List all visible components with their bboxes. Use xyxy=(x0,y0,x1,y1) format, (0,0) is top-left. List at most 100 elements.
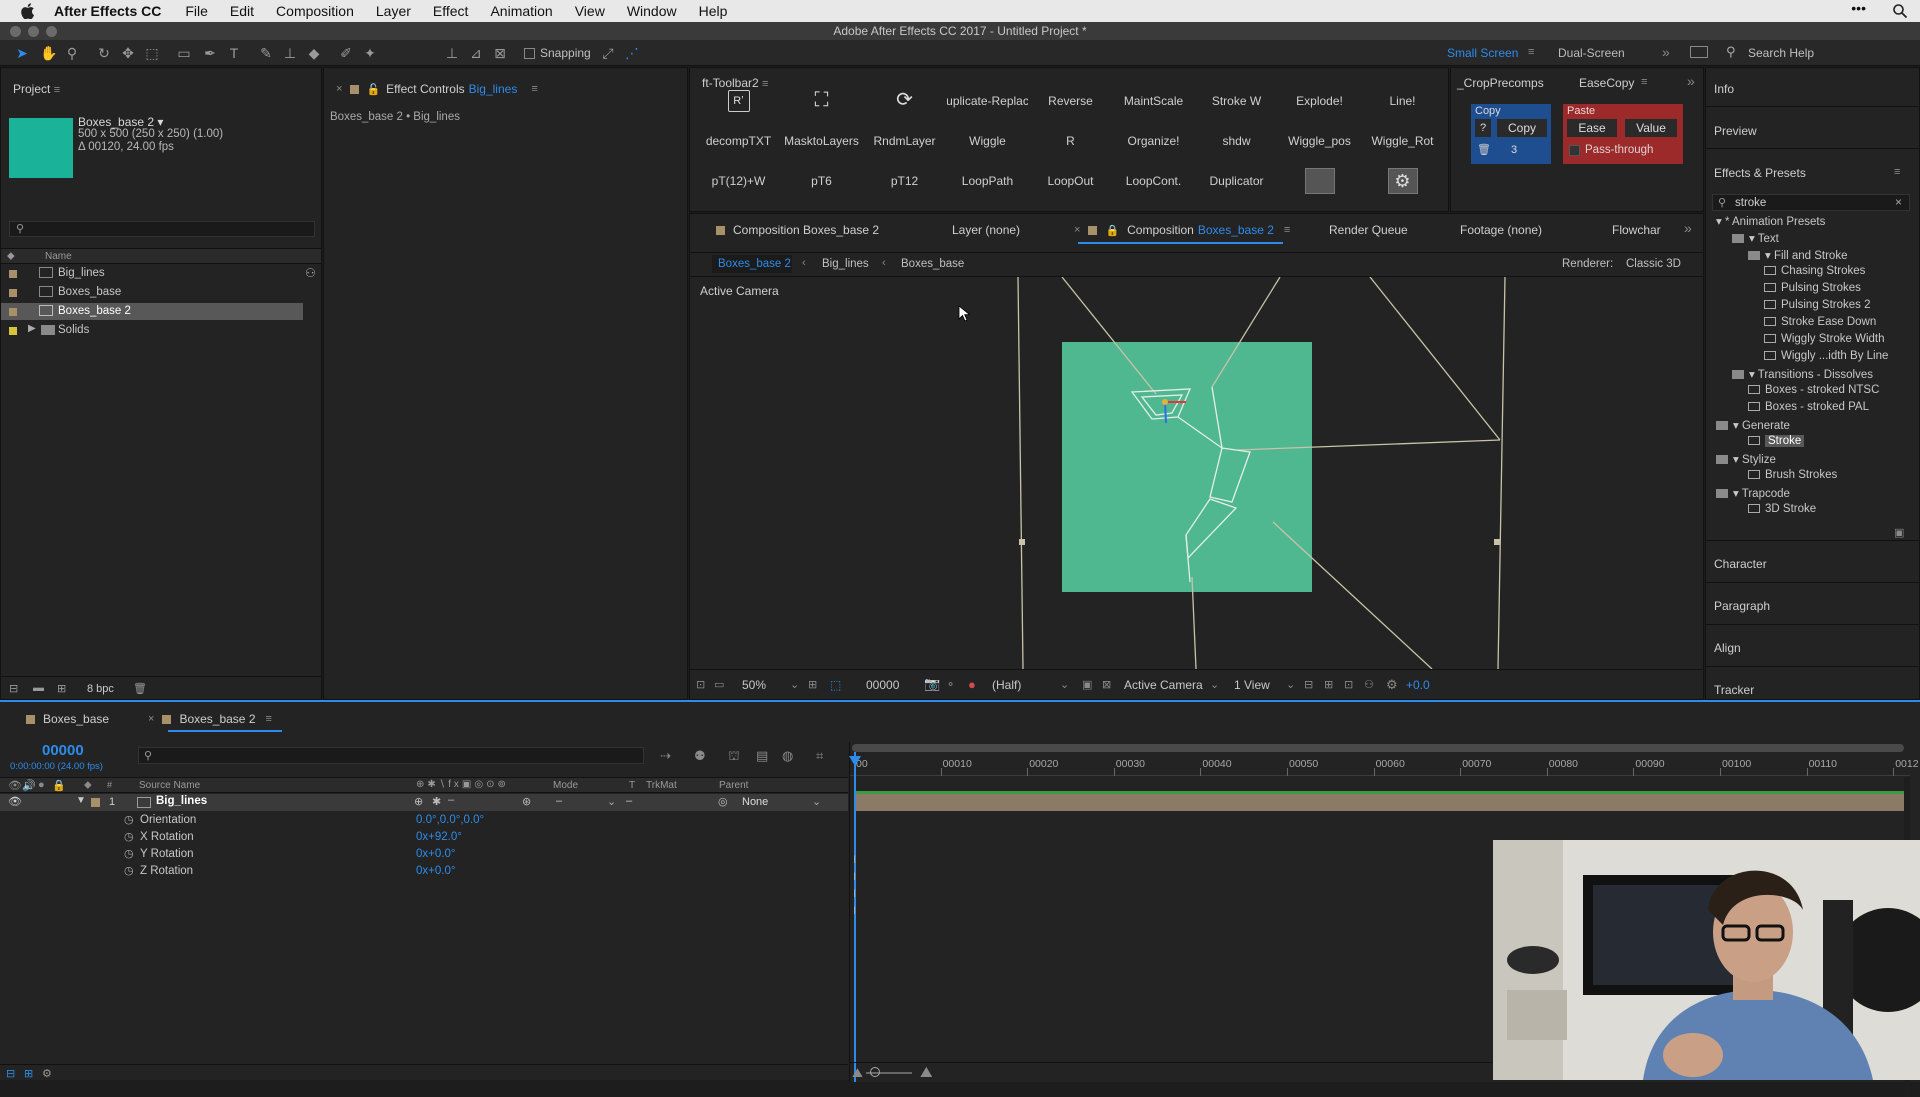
property-row[interactable]: ◷ Orientation 0.0°,0.0°,0.0° xyxy=(0,812,848,829)
rotate-tool-icon[interactable]: ↻ xyxy=(96,45,112,61)
effects-tree-item[interactable]: ▾ Trapcode xyxy=(1716,486,1790,500)
breadcrumb-boxes-base-2[interactable]: Boxes_base 2 xyxy=(718,258,791,270)
ft-toolbar-button[interactable]: Stroke W xyxy=(1196,85,1277,117)
menu-effect[interactable]: Effect xyxy=(433,3,469,19)
ft-toolbar-button[interactable]: Organize! xyxy=(1113,125,1194,157)
panel-overflow-icon[interactable]: » xyxy=(1687,73,1695,89)
reset-exposure-icon[interactable]: ⚙ xyxy=(1386,677,1398,693)
ft-toolbar-button[interactable]: LoopOut xyxy=(1030,165,1111,197)
minimize-window-button[interactable] xyxy=(28,26,39,37)
ft-toolbar-button[interactable]: LoopPath xyxy=(947,165,1028,197)
tab-crop-precomps[interactable]: _CropPrecomps xyxy=(1457,76,1544,90)
mask-visibility-icon[interactable]: ⬚ xyxy=(830,678,841,692)
project-item-big-lines[interactable]: Big_lines ⚇ xyxy=(1,265,321,282)
zoom-slider-thumb[interactable] xyxy=(870,1067,880,1077)
pen-tool-icon[interactable]: ✒ xyxy=(202,45,218,61)
menu-help[interactable]: Help xyxy=(699,3,728,19)
pickwhip-icon[interactable]: ◎ xyxy=(718,795,728,808)
snapping-checkbox[interactable] xyxy=(524,47,535,59)
ft-toolbar-button[interactable]: R xyxy=(1030,125,1111,157)
modes-toggle-icon[interactable]: ⊞ xyxy=(24,1067,33,1080)
ft-toolbar-button[interactable]: pT(12)+W xyxy=(698,165,779,197)
tracker-panel-header[interactable]: Tracker xyxy=(1714,683,1754,697)
tab-composition-boxes-base-2-left[interactable]: Composition Boxes_base 2 xyxy=(716,223,879,237)
workspace-small-screen[interactable]: Small Screen xyxy=(1447,46,1518,60)
copy-help-button[interactable]: ? xyxy=(1475,119,1491,137)
copy-button[interactable]: Copy xyxy=(1497,119,1547,137)
interpret-footage-icon[interactable]: ⊟ xyxy=(9,682,18,695)
screen-icon[interactable] xyxy=(1690,46,1708,58)
search-help-field[interactable]: Search Help xyxy=(1748,46,1814,60)
type-tool-icon[interactable]: T xyxy=(226,45,242,61)
stopwatch-icon[interactable]: ◷ xyxy=(124,813,134,826)
timeline-icon[interactable]: ⊡ xyxy=(1344,678,1353,691)
ft-toolbar-button[interactable]: Reverse xyxy=(1030,85,1111,117)
more-icon[interactable]: ••• xyxy=(1851,0,1866,16)
ft-toolbar-button[interactable] xyxy=(1279,165,1360,197)
effect-controls-tab[interactable]: × 🔓 Effect Controls Big_lines ≡ xyxy=(336,82,538,96)
effects-tree-item[interactable]: 3D Stroke xyxy=(1748,503,1816,515)
column-t[interactable]: T xyxy=(629,780,635,791)
menu-layer[interactable]: Layer xyxy=(376,3,411,19)
clear-search-icon[interactable]: × xyxy=(1895,195,1902,209)
camera-view-dropdown[interactable]: Active Camera xyxy=(1124,678,1203,692)
frustum-handle[interactable] xyxy=(1019,539,1025,545)
workspace-menu-icon[interactable]: ≡ xyxy=(1528,46,1534,58)
mode-switch-icon[interactable]: – xyxy=(448,794,454,806)
ft-toolbar-button[interactable]: Wiggle_pos xyxy=(1279,125,1360,157)
selected-item-name[interactable]: Boxes_base 2 ▾ xyxy=(78,115,163,129)
snap-option-icon[interactable]: ⤢ xyxy=(600,45,616,61)
effects-tree-item[interactable]: Boxes - stroked PAL xyxy=(1748,401,1869,413)
keyframe-nav-marker[interactable]: I xyxy=(853,854,856,866)
parent-dropdown[interactable]: None xyxy=(742,796,768,808)
info-panel-header[interactable]: Info xyxy=(1714,82,1734,96)
menu-file[interactable]: File xyxy=(185,3,208,19)
display-icon[interactable]: ▭ xyxy=(714,678,724,691)
resolution-dropdown[interactable]: (Half) xyxy=(992,678,1021,692)
property-row[interactable]: ◷ X Rotation 0x+92.0° xyxy=(0,829,848,846)
close-tab-icon[interactable]: × xyxy=(148,713,154,725)
composition-canvas[interactable]: Active Camera xyxy=(690,277,1703,669)
column-mode[interactable]: Mode xyxy=(553,780,578,791)
time-ruler[interactable]: 00 00010 00020 00030 00040 00050 00060 00070 000… xyxy=(850,754,1919,776)
tab-composition-active[interactable]: × 🔒 Composition Boxes_base 2 ≡ xyxy=(1074,223,1290,237)
grid-guides-icon[interactable]: ⊞ xyxy=(808,678,817,691)
panel-menu-icon[interactable]: ≡ xyxy=(1284,224,1290,236)
ft-toolbar-button[interactable]: MasktoLayers xyxy=(781,125,862,157)
lock-icon[interactable]: 🔓 xyxy=(366,83,380,96)
zoom-in-icon[interactable]: ⛰ xyxy=(920,1064,933,1081)
effects-tree-item[interactable]: ▾ Text xyxy=(1732,231,1779,245)
motion-blur-icon[interactable]: ◍ xyxy=(782,748,793,764)
current-time-display[interactable]: 00000 xyxy=(866,678,899,692)
column-name[interactable]: Name xyxy=(45,251,72,262)
workspace-dual-screen[interactable]: Dual-Screen xyxy=(1558,46,1625,60)
frustum-handle[interactable] xyxy=(1494,539,1500,545)
property-value[interactable]: 0x+92.0° xyxy=(416,831,462,843)
panel-menu-icon[interactable]: ≡ xyxy=(531,83,537,95)
ft-toolbar-button[interactable]: pT6 xyxy=(781,165,862,197)
property-value[interactable]: 0x+0.0° xyxy=(416,848,455,860)
always-preview-icon[interactable]: ⊡ xyxy=(696,678,705,691)
shy-layers-icon[interactable]: ⛫ xyxy=(728,748,740,766)
character-panel-header[interactable]: Character xyxy=(1714,557,1767,571)
preview-panel-header[interactable]: Preview xyxy=(1714,124,1757,138)
graph-editor-icon[interactable]: ⌗ xyxy=(816,748,823,764)
timeline-tab-boxes-base[interactable]: Boxes_base xyxy=(26,712,109,726)
effects-tree-item[interactable]: Pulsing Strokes xyxy=(1764,282,1861,294)
show-snapshot-icon[interactable]: ⚬ xyxy=(946,678,955,691)
tab-footage-none[interactable]: Footage (none) xyxy=(1460,223,1542,237)
snap-feature-icon[interactable]: ⋰ xyxy=(624,45,640,61)
ft-toolbar-button[interactable]: shdw xyxy=(1196,125,1277,157)
panel-menu-icon[interactable]: ≡ xyxy=(266,713,272,725)
rectangle-tool-icon[interactable]: ▭ xyxy=(176,45,192,61)
ft-toolbar-button[interactable]: Wiggle_Rot xyxy=(1362,125,1443,157)
ft-toolbar-button[interactable]: ⛶ xyxy=(781,85,862,117)
menu-composition[interactable]: Composition xyxy=(276,3,354,19)
panel-menu-icon[interactable]: ≡ xyxy=(1641,76,1647,88)
toggle-pixel-aspect-icon[interactable]: ⊟ xyxy=(1304,678,1313,691)
search-help-icon[interactable]: ⚲ xyxy=(1726,44,1736,60)
project-tab[interactable]: Project ≡ xyxy=(13,82,60,96)
ft-toolbar-button[interactable]: ⚙ xyxy=(1362,165,1443,197)
view-axis-icon[interactable]: ⊠ xyxy=(492,45,508,61)
hand-tool-icon[interactable]: ✋ xyxy=(40,45,57,61)
